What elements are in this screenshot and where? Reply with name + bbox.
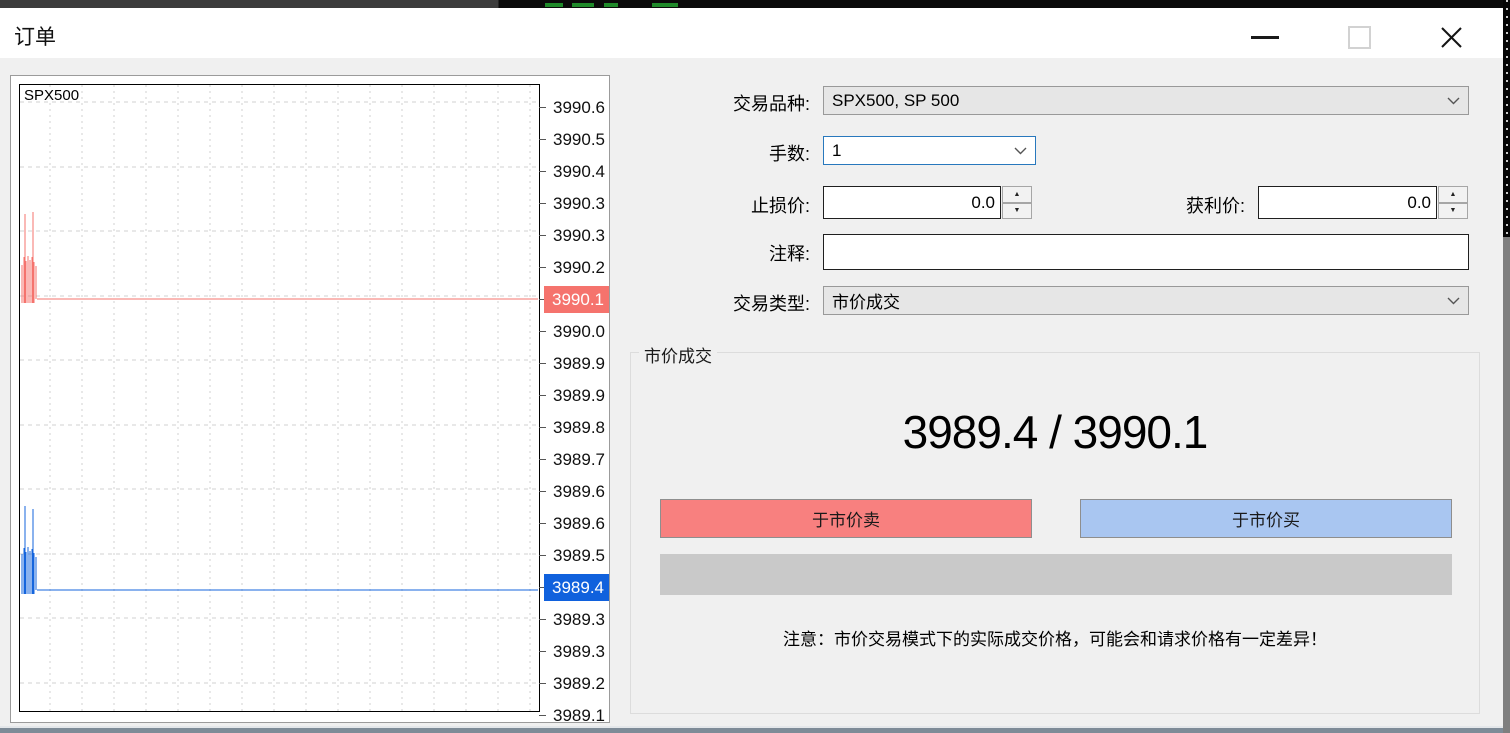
chevron-down-icon (1447, 97, 1460, 105)
disabled-action-bar (660, 554, 1452, 595)
type-select[interactable]: 市价成交 (823, 286, 1469, 315)
price-scale-row: 3989.6 (546, 508, 610, 540)
price-tick (539, 491, 546, 492)
volume-label: 手数: (560, 140, 810, 166)
price-tick (539, 683, 546, 684)
chevron-down-icon (1014, 147, 1027, 155)
background-candle (545, 3, 563, 7)
background-right-strip (1503, 0, 1510, 733)
price-tick (539, 427, 546, 428)
price-tick (539, 363, 546, 364)
price-tick (539, 235, 546, 236)
price-scale: 3990.63990.53990.43990.33990.33990.23990… (546, 76, 610, 723)
comment-label: 注释: (560, 240, 810, 266)
tick-chart-plot: SPX500 (19, 84, 540, 712)
ask-line (22, 212, 538, 303)
price-tick (539, 459, 546, 460)
minimize-button[interactable] (1238, 18, 1292, 56)
minimize-icon (1251, 36, 1279, 39)
takeprofit-field-group: ▲ ▼ (1258, 186, 1468, 219)
chart-symbol-label: SPX500 (24, 87, 79, 104)
symbol-select[interactable]: SPX500, SP 500 (823, 86, 1469, 115)
background-bottom-strip (0, 726, 1503, 733)
background-candle (572, 3, 594, 7)
maximize-icon (1348, 26, 1371, 49)
price-tick (539, 715, 546, 716)
price-tick (539, 203, 546, 204)
background-candle (604, 3, 618, 7)
buy-by-market-button[interactable]: 于市价买 (1080, 499, 1452, 538)
price-tick (539, 523, 546, 524)
chevron-down-icon (1447, 297, 1460, 305)
price-scale-row: 3989.2 (546, 668, 610, 700)
price-tick (539, 139, 546, 140)
price-tick (539, 267, 546, 268)
price-scale-row: 3989.6 (546, 476, 610, 508)
symbol-select-value: SPX500, SP 500 (832, 91, 1441, 111)
price-scale-row: 3990.0 (546, 316, 610, 348)
price-scale-row: 3989.9 (546, 348, 610, 380)
stoploss-label: 止损价: (560, 192, 810, 218)
price-tick (539, 651, 546, 652)
price-scale-ticks (539, 76, 546, 723)
price-scale-row: 3989.3 (546, 636, 610, 668)
price-tick (539, 555, 546, 556)
screen: 订单 (0, 0, 1510, 733)
volume-combo-value: 1 (832, 141, 1008, 161)
background-candle (652, 3, 678, 7)
takeprofit-input[interactable] (1258, 186, 1437, 219)
price-scale-bid: 3989.4 (544, 574, 610, 601)
price-scale-row: 3989.3 (546, 604, 610, 636)
execution-notice: 注意：市价交易模式下的实际成交价格，可能会和请求价格有一定差异！ (631, 625, 1479, 650)
sell-by-market-button[interactable]: 于市价卖 (660, 499, 1032, 538)
takeprofit-label: 获利价: (995, 192, 1245, 218)
price-tick (539, 619, 546, 620)
price-tick (539, 171, 546, 172)
background-price-axis (1503, 0, 1510, 237)
type-label: 交易类型: (560, 290, 810, 316)
tick-chart-panel: SPX500 3990.63990.53990.43990.33990.3399… (10, 75, 610, 723)
tick-chart-canvas (20, 85, 539, 711)
close-button[interactable] (1424, 18, 1478, 56)
close-icon (1440, 26, 1463, 49)
volume-combo[interactable]: 1 (823, 136, 1036, 165)
price-scale-row: 3989.7 (546, 444, 610, 476)
background-app-strip (0, 0, 1510, 8)
price-tick (539, 107, 546, 108)
price-tick (539, 395, 546, 396)
dialog-title: 订单 (14, 21, 56, 51)
type-select-value: 市价成交 (832, 288, 1441, 313)
bid-line (22, 506, 538, 594)
takeprofit-down-button[interactable]: ▼ (1438, 203, 1468, 220)
maximize-button[interactable] (1332, 18, 1386, 56)
symbol-label: 交易品种: (560, 90, 810, 116)
price-tick (539, 331, 546, 332)
group-title: 市价成交 (639, 342, 717, 367)
titlebar[interactable]: 订单 (0, 8, 1503, 58)
order-dialog: 订单 (0, 8, 1503, 726)
comment-input[interactable] (823, 234, 1469, 270)
price-scale-row: 3989.5 (546, 540, 610, 572)
price-scale-row: 3989.8 (546, 412, 610, 444)
price-scale-row: 3989.9 (546, 380, 610, 412)
price-scale-row: 3989.1 (546, 700, 610, 723)
market-execution-group: 市价成交 3989.4 / 3990.1 于市价卖 于市价买 注意：市价交易模式… (630, 352, 1480, 714)
takeprofit-spinner: ▲ ▼ (1438, 186, 1468, 219)
bid-ask-quote: 3989.4 / 3990.1 (631, 405, 1479, 459)
takeprofit-up-button[interactable]: ▲ (1438, 186, 1468, 203)
stoploss-input[interactable] (823, 186, 1001, 219)
